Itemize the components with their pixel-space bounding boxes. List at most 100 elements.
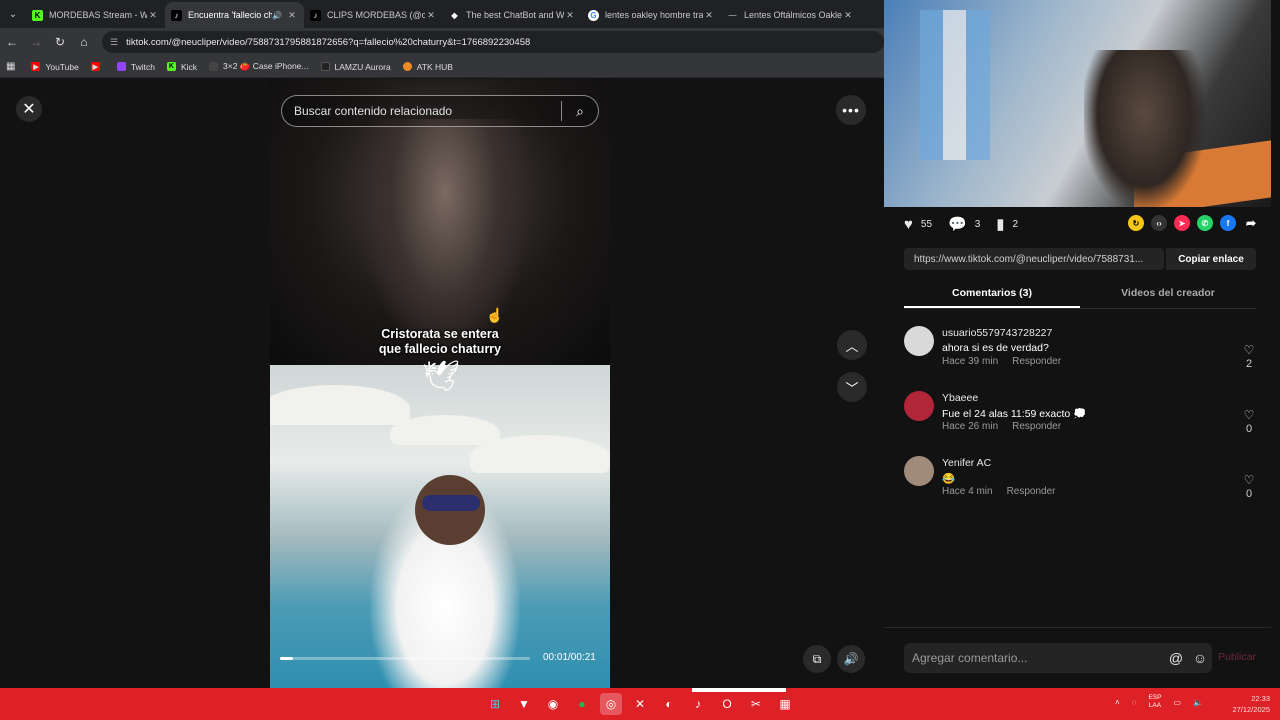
avatar[interactable]: [904, 391, 934, 421]
language-indicator[interactable]: ESP LAA: [1148, 694, 1161, 710]
bookmark-youtube-2[interactable]: ▶: [90, 62, 105, 71]
video-progress-bar[interactable]: [280, 657, 530, 660]
snipping-tool-icon[interactable]: ✂: [745, 693, 767, 715]
publish-button[interactable]: Publicar: [1218, 651, 1256, 663]
volume-icon[interactable]: 🔊: [837, 645, 865, 673]
close-icon[interactable]: ✕: [147, 10, 159, 21]
comment-button[interactable]: 💬 3: [948, 215, 980, 233]
tab-label: Encuentra 'fallecio ch: [188, 10, 273, 20]
browser-tab-0[interactable]: K MORDEBAS Stream - Wat ✕: [26, 2, 165, 28]
tab-creator-videos[interactable]: Videos del creador: [1080, 285, 1256, 308]
comment-item: usuario5579743728227 ahora si es de verd…: [904, 325, 1256, 390]
whatsapp-icon[interactable]: ✆: [1197, 215, 1213, 231]
browser-tab-bar: ⌄ K MORDEBAS Stream - Wat ✕ ♪ Encuentra …: [0, 0, 884, 28]
bookmark-twitch[interactable]: Twitch: [116, 62, 155, 72]
chevron-up-icon[interactable]: ˄: [1115, 698, 1120, 707]
close-icon[interactable]: ✕: [286, 10, 298, 21]
chevron-up-icon[interactable]: ︿: [837, 330, 867, 360]
close-icon[interactable]: ✕: [564, 10, 576, 21]
reload-icon[interactable]: ↻: [48, 30, 72, 54]
back-icon[interactable]: ←: [0, 30, 24, 54]
apps-icon[interactable]: ▦: [6, 61, 15, 72]
reply-button[interactable]: Responder: [1012, 356, 1061, 367]
tray-app-icon[interactable]: ◌: [1132, 698, 1137, 707]
bookmark-lamzu[interactable]: LAMZU Aurora: [320, 62, 391, 72]
copy-link-button[interactable]: Copiar enlace: [1166, 248, 1256, 270]
video-link-field[interactable]: https://www.tiktok.com/@neucliper/video/…: [904, 248, 1164, 270]
bookmark-case-iphone[interactable]: 3×2 🍅 Case iPhone...: [209, 61, 309, 72]
calculator-icon[interactable]: ▦: [774, 693, 796, 715]
close-icon[interactable]: ✕: [425, 10, 437, 21]
heart-outline-icon[interactable]: ♡: [1242, 473, 1256, 487]
volume-icon[interactable]: 🔈: [1193, 698, 1203, 707]
browser-tab-2[interactable]: ♪ CLIPS MORDEBAS (@clip ✕: [304, 2, 443, 28]
comment-username[interactable]: Yenifer AC: [942, 457, 991, 469]
site-info-icon[interactable]: ☰: [110, 37, 118, 48]
save-button[interactable]: ▮ 2: [996, 215, 1018, 233]
windows-start-icon[interactable]: ⊞: [484, 693, 506, 715]
brave-icon[interactable]: ▼: [513, 693, 535, 715]
tab-search-icon[interactable]: ⌄: [0, 0, 26, 28]
comment-like-count: 0: [1245, 488, 1253, 500]
bookmark-kick[interactable]: K Kick: [166, 62, 197, 72]
network-icon[interactable]: ▭: [1173, 698, 1181, 707]
browser-tab-3[interactable]: ◆ The best ChatBot and Wi ✕: [443, 2, 582, 28]
comment-username[interactable]: Ybaeee: [942, 392, 978, 404]
address-bar[interactable]: ☰ tiktok.com/@neucliper/video/7588731795…: [102, 31, 884, 53]
comment-like-count: 2: [1245, 358, 1253, 370]
repost-icon[interactable]: ↻: [1128, 215, 1144, 231]
wall-flag: [920, 10, 990, 160]
bookmark-youtube[interactable]: ▶ YouTube: [31, 62, 79, 72]
discord-icon[interactable]: ◉: [542, 693, 564, 715]
heart-outline-icon[interactable]: ♡: [1242, 408, 1256, 422]
home-icon[interactable]: ⌂: [72, 30, 96, 54]
comment-username[interactable]: usuario5579743728227: [942, 327, 1052, 339]
video-player[interactable]: Cristorata se entera que fallecio chatur…: [270, 79, 610, 688]
twitch-icon: [116, 62, 126, 71]
save-count: 2: [1012, 218, 1019, 230]
comment-input[interactable]: Agregar comentario... @ ☺: [904, 643, 1212, 673]
close-icon[interactable]: ✕: [16, 96, 42, 122]
opera-icon[interactable]: O: [716, 693, 738, 715]
facebook-icon[interactable]: f: [1220, 215, 1236, 231]
picture-in-picture-icon[interactable]: ⧉: [803, 645, 831, 673]
chrome-icon[interactable]: ◎: [600, 693, 622, 715]
heart-outline-icon[interactable]: ♡: [1242, 343, 1256, 357]
tiktok-icon[interactable]: ♪: [687, 693, 709, 715]
spotify-icon[interactable]: ●: [571, 693, 593, 715]
close-icon[interactable]: ✕: [842, 10, 854, 21]
reply-button[interactable]: Responder: [1007, 486, 1056, 497]
related-search-input[interactable]: Buscar contenido relacionado ⌕: [281, 95, 599, 127]
chevron-down-icon[interactable]: ﹀: [837, 372, 867, 402]
speaker-icon[interactable]: 🔊: [272, 11, 282, 20]
comment-time: Hace 26 min: [942, 421, 999, 432]
emoji-icon[interactable]: ☺: [1188, 650, 1212, 666]
close-icon[interactable]: ✕: [703, 10, 715, 21]
mention-icon[interactable]: @: [1164, 650, 1188, 666]
capcut-icon[interactable]: ✕: [629, 693, 651, 715]
forward-icon[interactable]: →: [24, 30, 48, 54]
tab-label: Lentes Oftálmicos Oakley: [744, 10, 842, 20]
atk-icon: [402, 62, 412, 71]
edge-strip: [1271, 0, 1280, 720]
avatar[interactable]: [904, 456, 934, 486]
share-arrow-icon[interactable]: ➦: [1243, 215, 1259, 231]
comment-like-count: 0: [1245, 423, 1253, 435]
browser-tab-5[interactable]: — Lentes Oftálmicos Oakley ✕: [721, 2, 860, 28]
bookmark-atk-hub[interactable]: ATK HUB: [402, 62, 453, 72]
comment-icon: 💬: [948, 216, 967, 233]
embed-icon[interactable]: ‹›: [1151, 215, 1167, 231]
like-count: 55: [920, 218, 933, 230]
avatar[interactable]: [904, 326, 934, 356]
more-options-icon[interactable]: •••: [836, 95, 866, 125]
search-icon[interactable]: ⌕: [562, 103, 598, 120]
browser-tab-4[interactable]: G lentes oakley hombre tra ✕: [582, 2, 721, 28]
taskbar-clock[interactable]: 22:33 27/12/2025: [1232, 693, 1270, 715]
reply-button[interactable]: Responder: [1012, 421, 1061, 432]
comment-meta: Hace 39 min Responder: [942, 356, 1075, 367]
like-button[interactable]: ♥ 55: [904, 216, 932, 233]
tab-comments[interactable]: Comentarios (3): [904, 285, 1080, 308]
browser-tab-1[interactable]: ♪ Encuentra 'fallecio ch 🔊 ✕: [165, 2, 304, 28]
send-icon[interactable]: ➤: [1174, 215, 1190, 231]
obs-icon[interactable]: ◐: [658, 693, 680, 715]
